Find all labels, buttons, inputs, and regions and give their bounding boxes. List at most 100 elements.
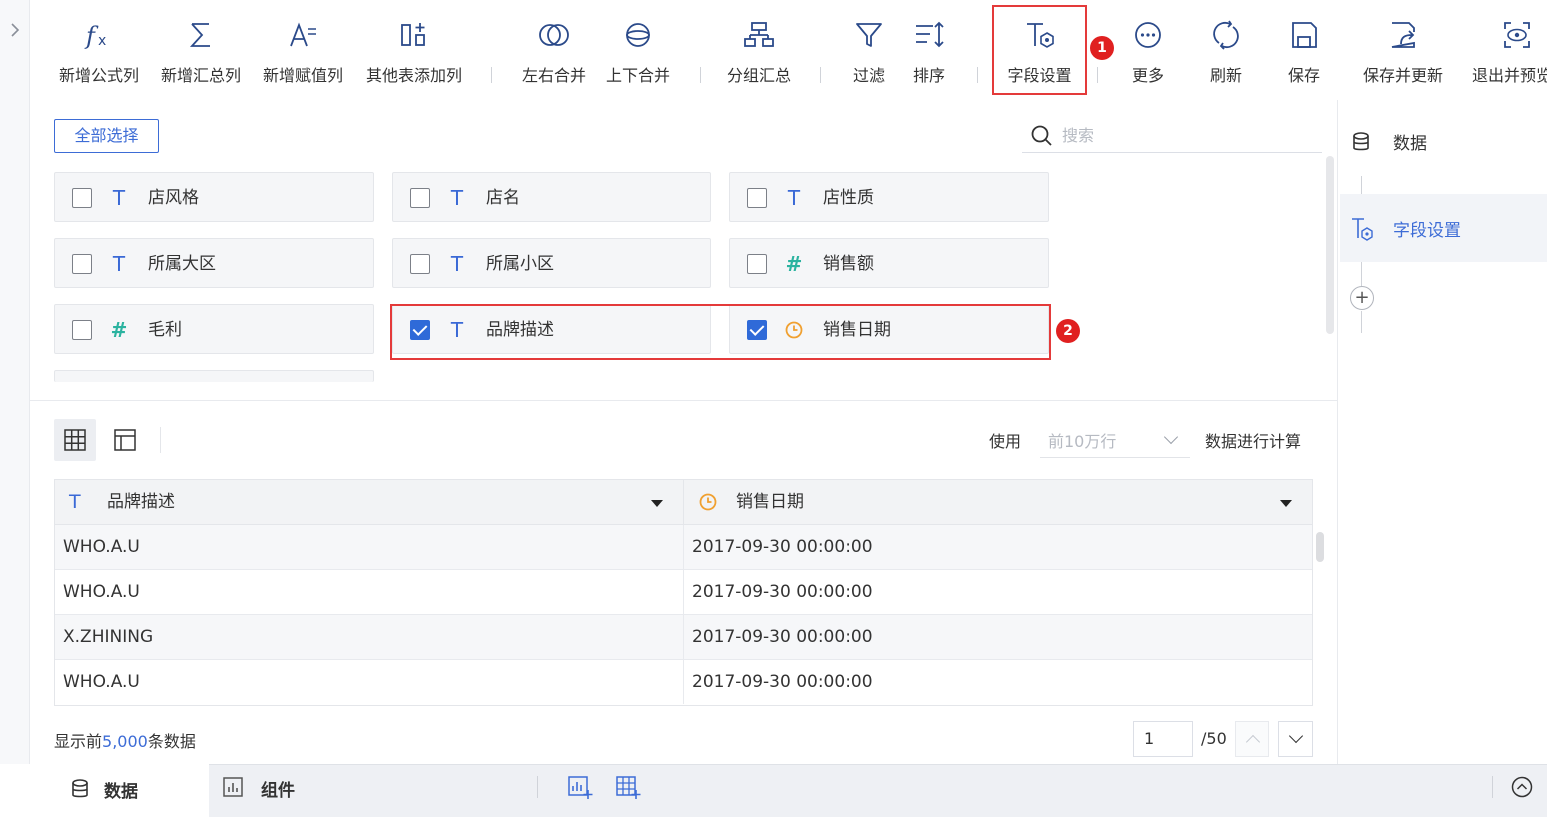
select-all-button[interactable]: 全部选择	[54, 119, 159, 153]
grid-icon	[64, 429, 86, 451]
add-column-icon	[401, 23, 425, 46]
toolbar-label: 新增赋值列	[262, 66, 343, 85]
toolbar-label: 其他表添加列	[365, 66, 462, 85]
field-label: 店名	[486, 188, 520, 208]
grid-view-button[interactable]	[54, 419, 96, 461]
assign-column-icon	[290, 22, 316, 47]
sort-button[interactable]: 排序	[898, 0, 960, 100]
chevron-down-icon	[1163, 429, 1179, 445]
table-row: WHO.A.U 2017-09-30 00:00:00	[55, 525, 1312, 570]
column-header-label: 销售日期	[736, 492, 804, 512]
toolbar-divider	[491, 67, 492, 83]
page-up-button[interactable]	[1235, 721, 1269, 757]
field-list-scrollbar[interactable]	[1326, 156, 1334, 334]
text-type-icon: T	[787, 186, 801, 210]
exit-and-preview-button[interactable]: 退出并预览	[1468, 0, 1547, 100]
text-type-icon: T	[69, 491, 81, 513]
exit-preview-icon	[1504, 22, 1530, 48]
field-checkbox[interactable]	[72, 320, 92, 340]
field-card[interactable]: T 所属大区	[54, 238, 374, 288]
field-settings-icon	[1350, 216, 1374, 246]
add-step-button[interactable]: +	[1350, 286, 1374, 310]
toolbar-label: 保存并更新	[1362, 66, 1443, 85]
view-divider	[160, 427, 161, 453]
merge-horizontal-button[interactable]: 左右合并	[511, 0, 597, 100]
search-input[interactable]	[1062, 123, 1312, 147]
svg-text:x: x	[98, 33, 106, 49]
column-header[interactable]: 销售日期	[684, 480, 1312, 525]
toolbar-label: 分组汇总	[726, 66, 791, 85]
field-card[interactable]: # 销售额	[729, 238, 1049, 288]
table-header: T 品牌描述 销售日期	[55, 480, 1312, 525]
toolbar-label: 过滤	[852, 66, 885, 85]
field-checkbox[interactable]	[747, 254, 767, 274]
tab-component-label[interactable]: 组件	[261, 776, 295, 801]
table-cell: X.ZHINING	[55, 615, 684, 659]
field-card[interactable]: T 店名	[392, 172, 711, 222]
add-formula-column-button[interactable]: fx 新增公式列	[50, 0, 148, 100]
collapse-strip[interactable]	[0, 0, 30, 764]
tab-data[interactable]: 数据	[0, 764, 209, 817]
dropdown-caret-icon[interactable]	[1280, 500, 1292, 507]
filter-button[interactable]: 过滤	[838, 0, 900, 100]
add-column-from-other-table-button[interactable]: 其他表添加列	[356, 0, 472, 100]
step-data-label[interactable]: 数据	[1393, 129, 1427, 154]
toolbar-divider	[700, 67, 701, 83]
showing-suffix: 条数据	[147, 732, 196, 751]
group-summary-button[interactable]: 分组汇总	[716, 0, 802, 100]
preview-table: T 品牌描述 销售日期 WHO.A.U 2017-09-30 00:00:00 …	[54, 479, 1313, 706]
chevron-up-icon	[1245, 734, 1261, 750]
showing-count: 5,000	[102, 732, 148, 751]
toolbar-label: 左右合并	[521, 66, 586, 85]
field-card[interactable]: T 店风格	[54, 172, 374, 222]
column-header[interactable]: T 品牌描述	[55, 480, 684, 525]
field-checkbox[interactable]	[410, 188, 430, 208]
formula-icon: fx	[84, 22, 106, 50]
field-checkbox[interactable]	[747, 188, 767, 208]
table-scrollbar[interactable]	[1316, 532, 1324, 562]
field-card[interactable]: # 毛利	[54, 304, 374, 354]
collapse-up-icon[interactable]	[1511, 776, 1533, 802]
dropdown-caret-icon[interactable]	[651, 500, 663, 507]
step-field-settings-label[interactable]: 字段设置	[1393, 216, 1461, 241]
row-limit-select[interactable]: 前10万行	[1040, 422, 1190, 458]
save-and-update-button[interactable]: 保存并更新	[1350, 0, 1456, 100]
save-button[interactable]: 保存	[1271, 0, 1337, 100]
field-card[interactable]: T 所属小区	[392, 238, 711, 288]
add-summary-column-button[interactable]: 新增汇总列	[152, 0, 250, 100]
text-type-icon: T	[450, 186, 464, 210]
page-input[interactable]: 1	[1133, 721, 1193, 757]
field-checkbox[interactable]	[72, 254, 92, 274]
add-table-icon[interactable]	[615, 774, 641, 804]
field-label: 店风格	[148, 188, 199, 208]
database-icon	[70, 778, 90, 804]
refresh-icon	[1213, 20, 1239, 50]
step-connector	[1361, 262, 1362, 286]
save-icon	[1292, 22, 1317, 48]
annotation-badge-2: 2	[1056, 319, 1080, 343]
table-layout-icon	[114, 429, 136, 451]
more-button[interactable]: 更多	[1115, 0, 1181, 100]
toolbar-label: 退出并预览	[1472, 66, 1547, 85]
steps-panel: 数据 字段设置 +	[1337, 100, 1547, 764]
merge-vertical-button[interactable]: 上下合并	[595, 0, 681, 100]
search-box[interactable]	[1022, 117, 1322, 153]
table-cell: WHO.A.U	[55, 660, 684, 704]
field-card[interactable]: T 店性质	[729, 172, 1049, 222]
refresh-button[interactable]: 刷新	[1193, 0, 1259, 100]
showing-prefix: 显示前	[54, 732, 103, 751]
chevron-right-icon[interactable]	[9, 22, 21, 43]
page-total: /50	[1201, 729, 1227, 748]
row-limit-value: 前10万行	[1048, 432, 1117, 451]
add-assign-column-button[interactable]: 新增赋值列	[254, 0, 352, 100]
field-checkbox[interactable]	[410, 254, 430, 274]
page-down-button[interactable]	[1278, 721, 1313, 757]
add-chart-icon[interactable]	[567, 774, 593, 804]
table-cell: 2017-09-30 00:00:00	[692, 582, 873, 602]
field-checkbox[interactable]	[72, 188, 92, 208]
section-divider	[30, 400, 1337, 401]
highlight-box-1	[992, 5, 1087, 95]
more-icon	[1135, 22, 1161, 48]
toolbar-label: 保存	[1287, 66, 1320, 85]
table-view-button[interactable]	[104, 419, 146, 461]
